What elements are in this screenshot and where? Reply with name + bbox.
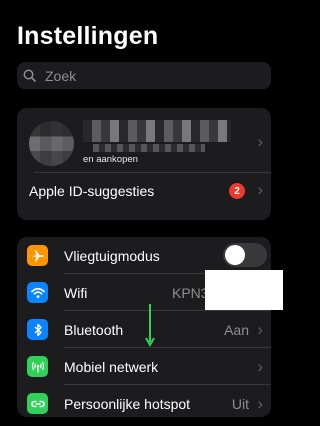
annotation-arrow-icon <box>143 304 157 348</box>
chevron-right-icon: › <box>257 320 263 339</box>
search-placeholder: Zoek <box>45 67 77 84</box>
settings-row-cellular[interactable]: Mobiel netwerk › <box>17 348 271 385</box>
airplane-label: Vliegtuigmodus <box>64 248 160 264</box>
notification-badge: 2 <box>229 183 245 199</box>
bluetooth-label: Bluetooth <box>64 322 124 338</box>
hotspot-value: Uit <box>231 396 249 412</box>
wifi-label: Wifi <box>64 285 88 301</box>
chevron-right-icon: › <box>257 180 263 199</box>
avatar <box>29 121 74 166</box>
settings-row-airplane[interactable]: Vliegtuigmodus <box>17 237 271 274</box>
airplane-icon <box>27 245 48 266</box>
page-title: Instellingen <box>17 22 159 50</box>
chevron-right-icon: › <box>257 132 263 151</box>
toggle-knob <box>225 245 245 265</box>
antenna-icon <box>27 356 48 377</box>
cellular-label: Mobiel netwerk <box>64 359 159 375</box>
account-subtitle: en aankopen <box>83 154 138 165</box>
account-name-redacted <box>83 120 231 142</box>
account-group: en aankopen › Apple ID-suggesties 2 › <box>17 108 271 220</box>
bluetooth-icon <box>27 319 48 340</box>
chevron-right-icon: › <box>257 357 263 376</box>
wifi-value: KPN3 <box>172 285 209 301</box>
redaction-box <box>205 270 283 310</box>
divider <box>34 172 271 173</box>
search-icon <box>23 69 45 82</box>
chevron-right-icon: › <box>257 394 263 413</box>
bluetooth-value: Aan <box>224 322 249 338</box>
apple-id-row[interactable]: en aankopen › <box>17 108 271 176</box>
hotspot-label: Persoonlijke hotspot <box>64 396 191 412</box>
airplane-toggle[interactable] <box>223 243 267 267</box>
apple-id-suggestions-label[interactable]: Apple ID-suggesties <box>29 183 154 199</box>
settings-row-hotspot[interactable]: Persoonlijke hotspot Uit › <box>17 385 271 417</box>
hotspot-icon <box>27 393 48 414</box>
search-field[interactable]: Zoek <box>17 62 271 89</box>
account-subtitle-redacted <box>93 144 205 152</box>
wifi-icon <box>27 282 48 303</box>
